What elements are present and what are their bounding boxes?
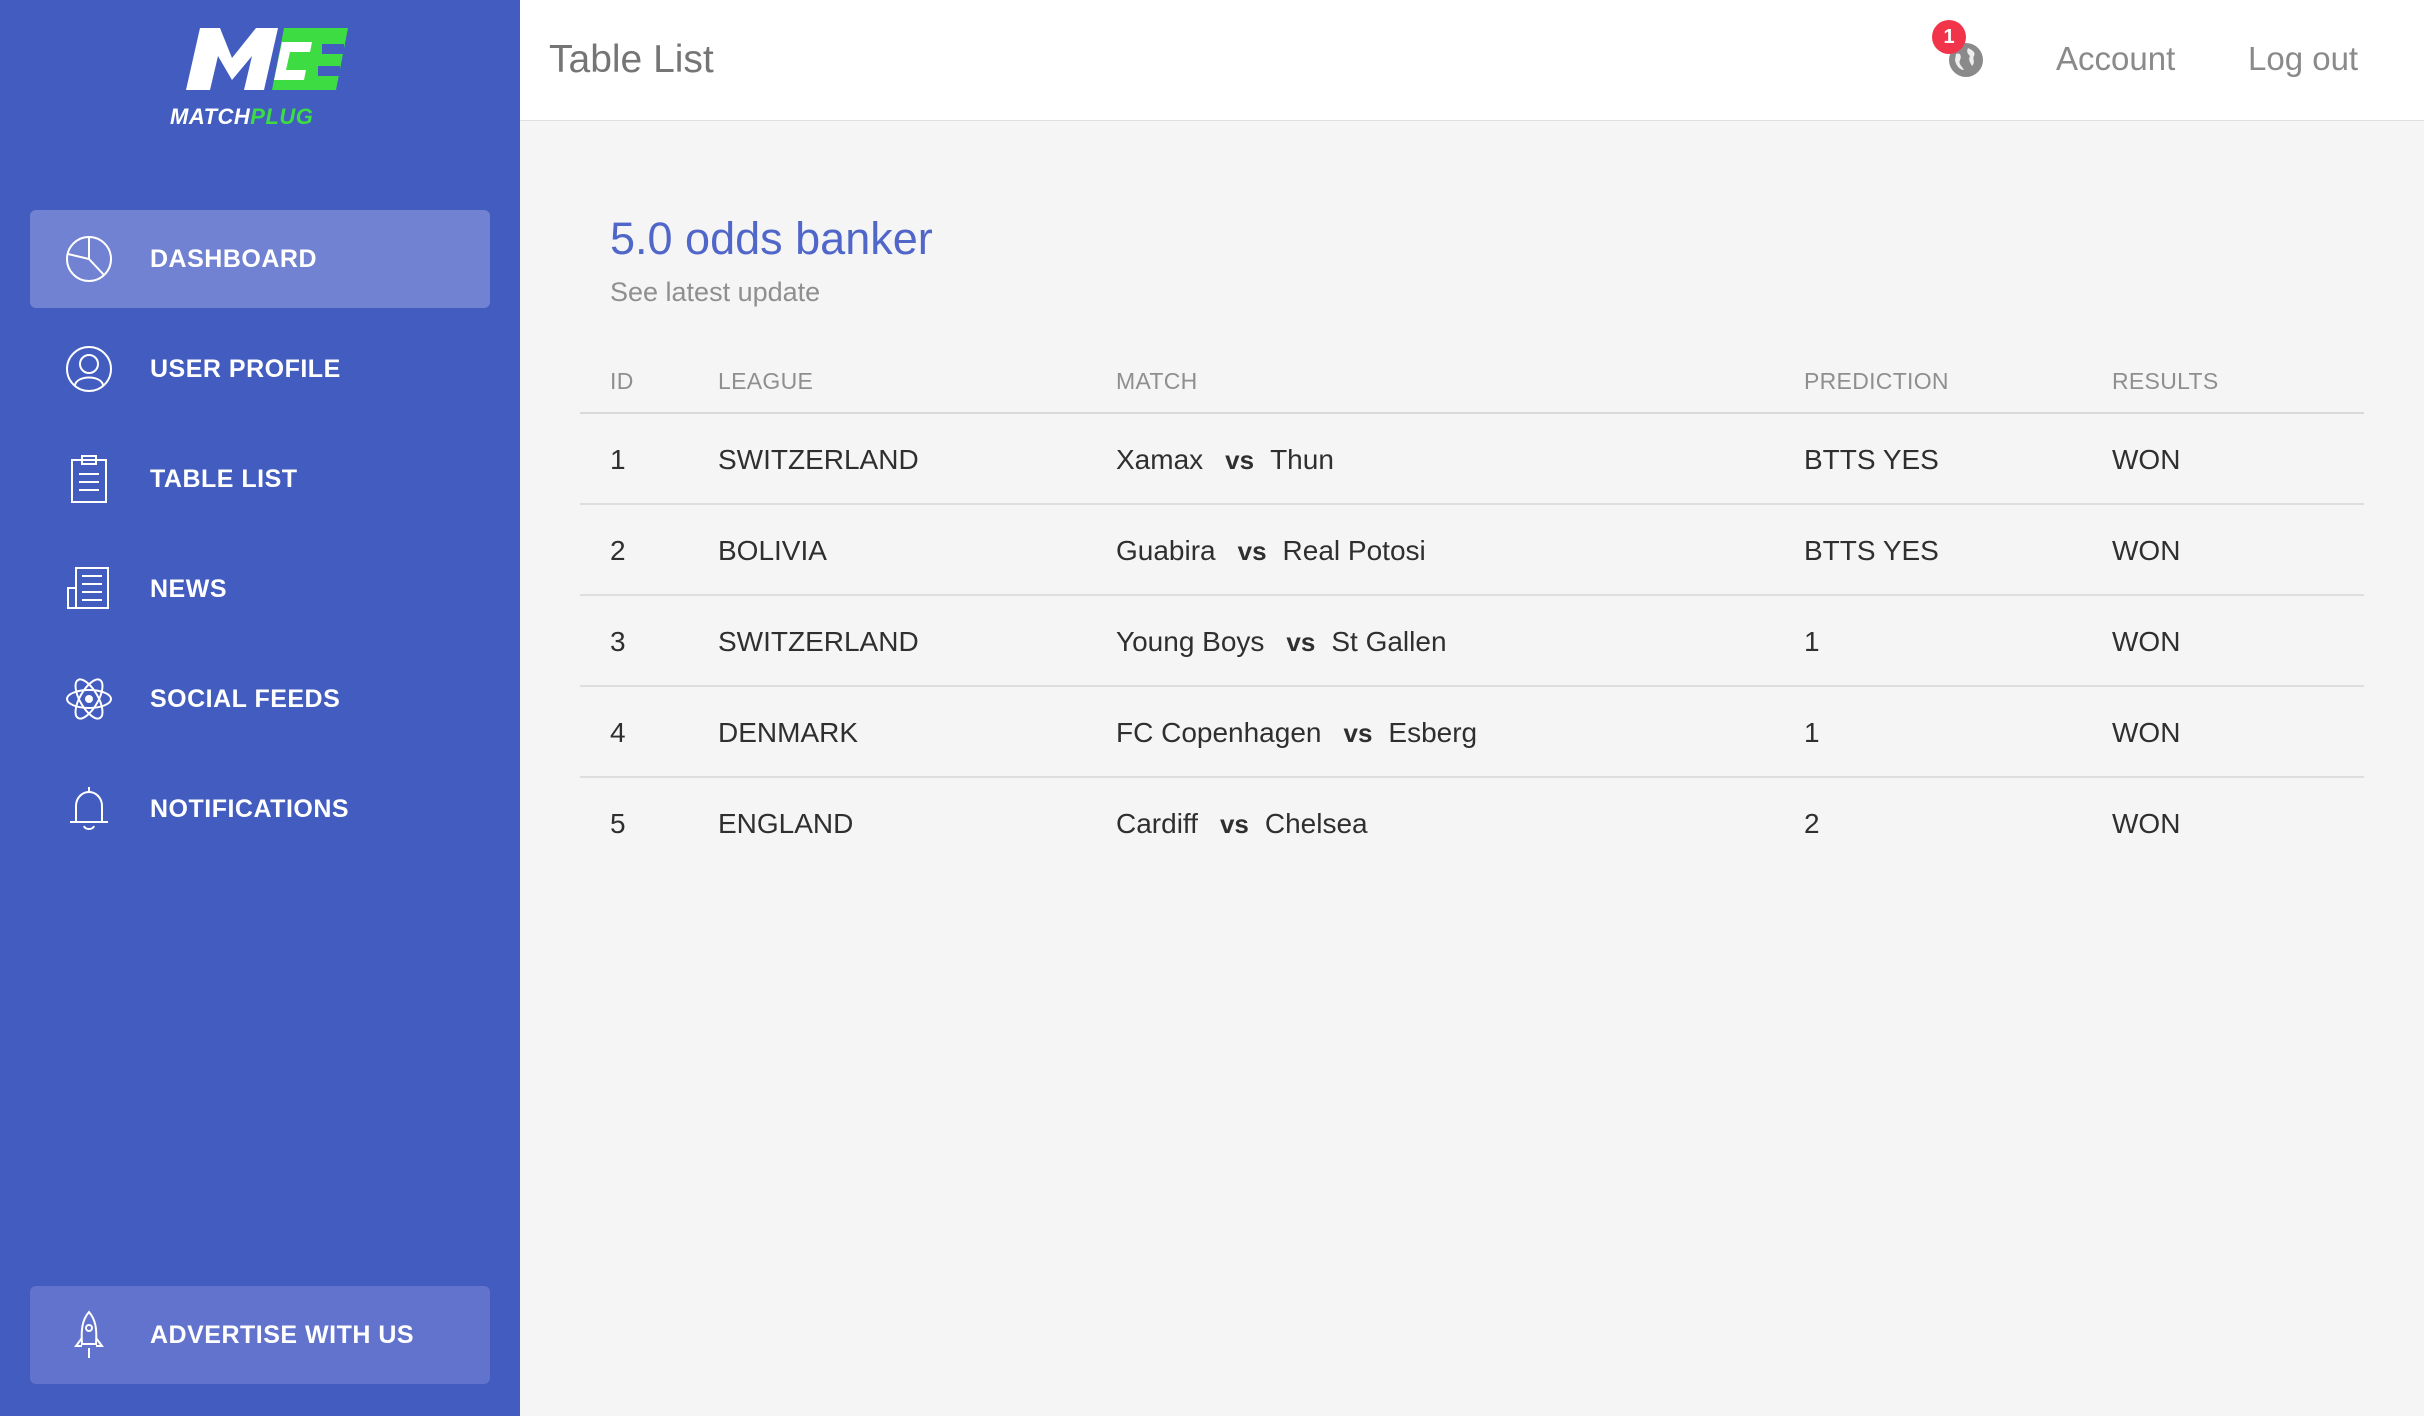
logo-mark-icon bbox=[186, 28, 348, 90]
cell-result: WON bbox=[2112, 626, 2181, 657]
sidebar-item-label: NOTIFICATIONS bbox=[150, 795, 350, 823]
card-subtitle: See latest update bbox=[610, 277, 821, 307]
cell-prediction: 1 bbox=[1804, 626, 1820, 657]
vs-label: vs bbox=[1225, 445, 1255, 475]
predictions-table: ID LEAGUE MATCH PREDICTION RESULTS 1 SWI… bbox=[580, 360, 2364, 867]
sidebar-item-label: USER PROFILE bbox=[150, 355, 341, 383]
notification-badge: 1 bbox=[1932, 20, 1966, 54]
cell-league: ENGLAND bbox=[718, 808, 854, 839]
sidebar-item-table-list[interactable]: TABLE LIST bbox=[30, 430, 490, 528]
bell-icon bbox=[64, 784, 114, 834]
cell-prediction: BTTS YES bbox=[1804, 535, 1939, 566]
cell-league: DENMARK bbox=[718, 717, 859, 748]
newspaper-icon bbox=[64, 564, 114, 614]
sidebar-item-news[interactable]: NEWS bbox=[30, 540, 490, 638]
cell-match: Xamax vs Thun bbox=[1116, 414, 1334, 506]
atom-icon bbox=[64, 674, 114, 724]
sidebar-item-label: SOCIAL FEEDS bbox=[150, 685, 341, 713]
sidebar-item-notifications[interactable]: NOTIFICATIONS bbox=[30, 760, 490, 858]
cell-match: Cardiff vs Chelsea bbox=[1116, 778, 1368, 870]
cell-id: 2 bbox=[610, 535, 626, 566]
cell-id: 4 bbox=[610, 717, 626, 748]
vs-label: vs bbox=[1286, 627, 1316, 657]
cell-match: FC Copenhagen vs Esberg bbox=[1116, 687, 1477, 779]
sidebar-item-dashboard[interactable]: DASHBOARD bbox=[30, 210, 490, 308]
cell-prediction: 2 bbox=[1804, 808, 1820, 839]
home-team: Xamax bbox=[1116, 444, 1204, 475]
cell-id: 3 bbox=[610, 626, 626, 657]
advertise-label: ADVERTISE WITH US bbox=[150, 1321, 415, 1349]
vs-label: vs bbox=[1219, 809, 1249, 839]
sidebar-item-user-profile[interactable]: USER PROFILE bbox=[30, 320, 490, 418]
logout-link[interactable]: Log out bbox=[2248, 0, 2358, 118]
page-title: Table List bbox=[549, 38, 714, 81]
cell-result: WON bbox=[2112, 535, 2181, 566]
cell-match: Guabira vs Real Potosi bbox=[1116, 505, 1426, 597]
away-team: Esberg bbox=[1388, 717, 1478, 748]
card-title: 5.0 odds banker bbox=[610, 213, 933, 264]
cell-id: 5 bbox=[610, 808, 626, 839]
user-icon bbox=[64, 344, 114, 394]
table-row: 5 ENGLAND Cardiff vs Chelsea 2 WON bbox=[580, 778, 2364, 867]
sidebar-item-label: NEWS bbox=[150, 575, 227, 603]
logo-wordmark: MATCHPLUG bbox=[170, 104, 314, 129]
sidebar: MATCHPLUG DASHBOARD USER PROFILE TABLE L… bbox=[0, 0, 520, 1416]
cell-prediction: 1 bbox=[1804, 717, 1820, 748]
home-team: Young Boys bbox=[1116, 626, 1265, 657]
sidebar-item-label: DASHBOARD bbox=[150, 245, 317, 273]
cell-league: BOLIVIA bbox=[718, 535, 827, 566]
table-row: 2 BOLIVIA Guabira vs Real Potosi BTTS YES … bbox=[580, 505, 2364, 596]
table-row: 4 DENMARK FC Copenhagen vs Esberg 1 WON bbox=[580, 687, 2364, 778]
rocket-icon bbox=[64, 1310, 114, 1360]
advertise-button[interactable]: ADVERTISE WITH US bbox=[30, 1286, 490, 1384]
vs-label: vs bbox=[1237, 536, 1267, 566]
home-team: FC Copenhagen bbox=[1116, 717, 1322, 748]
sidebar-item-social-feeds[interactable]: SOCIAL FEEDS bbox=[30, 650, 490, 748]
vs-label: vs bbox=[1343, 718, 1373, 748]
cell-match: Young Boys vs St Gallen bbox=[1116, 596, 1447, 688]
cell-prediction: BTTS YES bbox=[1804, 444, 1939, 475]
account-link[interactable]: Account bbox=[2056, 0, 2175, 118]
column-header-match: MATCH bbox=[1116, 368, 1198, 394]
table-row: 1 SWITZERLAND Xamax vs Thun BTTS YES WON bbox=[580, 414, 2364, 505]
pie-chart-icon bbox=[64, 234, 114, 284]
table-row: 3 SWITZERLAND Young Boys vs St Gallen 1 WO… bbox=[580, 596, 2364, 687]
away-team: St Gallen bbox=[1331, 626, 1447, 657]
sidebar-item-label: TABLE LIST bbox=[150, 465, 298, 493]
away-team: Real Potosi bbox=[1282, 535, 1426, 566]
cell-id: 1 bbox=[610, 444, 626, 475]
home-team: Cardiff bbox=[1116, 808, 1198, 839]
column-header-results: RESULTS bbox=[2112, 368, 2219, 394]
matchplug-logo[interactable]: MATCHPLUG bbox=[168, 28, 352, 134]
table-header: ID LEAGUE MATCH PREDICTION RESULTS bbox=[580, 360, 2364, 414]
cell-result: WON bbox=[2112, 717, 2181, 748]
cell-league: SWITZERLAND bbox=[718, 626, 919, 657]
cell-result: WON bbox=[2112, 808, 2181, 839]
column-header-prediction: PREDICTION bbox=[1804, 368, 1949, 394]
away-team: Chelsea bbox=[1264, 808, 1368, 839]
top-navbar: Table List 1 Account Log out bbox=[520, 0, 2424, 121]
column-header-league: LEAGUE bbox=[718, 368, 814, 394]
cell-result: WON bbox=[2112, 444, 2181, 475]
away-team: Thun bbox=[1270, 444, 1334, 475]
column-header-id: ID bbox=[610, 368, 634, 394]
home-team: Guabira bbox=[1116, 535, 1216, 566]
cell-league: SWITZERLAND bbox=[718, 444, 919, 475]
clipboard-icon bbox=[64, 454, 114, 504]
